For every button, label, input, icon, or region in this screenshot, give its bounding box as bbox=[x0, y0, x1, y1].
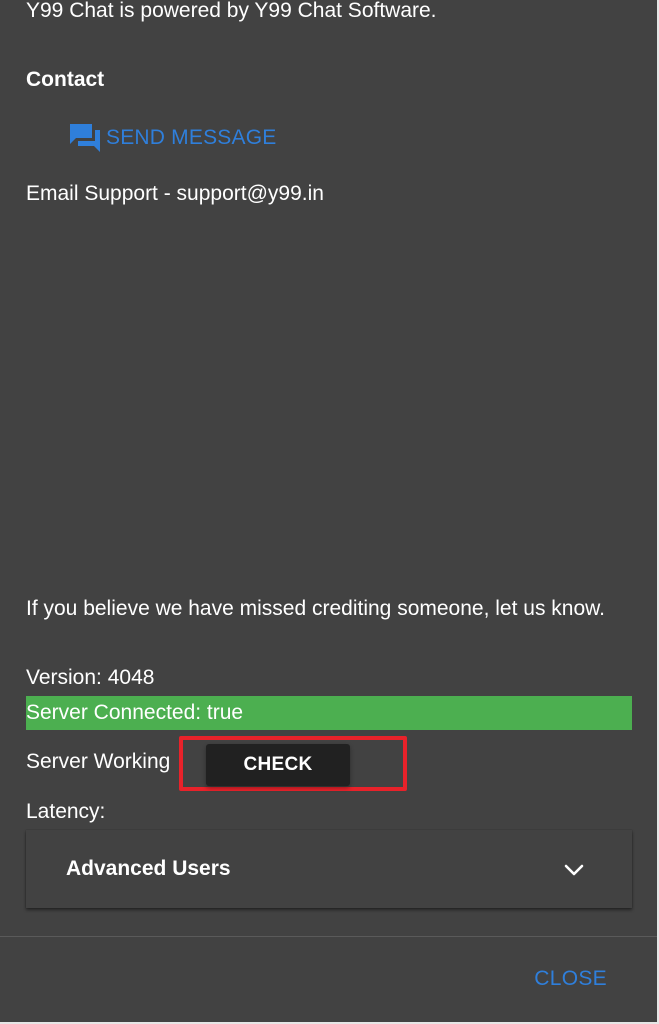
check-button[interactable]: CHECK bbox=[206, 744, 350, 786]
contact-heading: Contact bbox=[26, 68, 105, 91]
advanced-users-title: Advanced Users bbox=[66, 857, 231, 880]
server-connected-status: Server Connected: true bbox=[26, 696, 632, 730]
advanced-users-accordion[interactable]: Advanced Users bbox=[26, 830, 632, 908]
close-button[interactable]: CLOSE bbox=[534, 962, 607, 996]
send-message-label: SEND MESSAGE bbox=[106, 126, 277, 149]
send-message-button[interactable]: SEND MESSAGE bbox=[68, 120, 276, 156]
email-support-text: Email Support - support@y99.in bbox=[26, 182, 324, 205]
about-dialog: Y99 Chat is powered by Y99 Chat Software… bbox=[0, 0, 659, 1024]
chevron-down-icon bbox=[562, 858, 586, 882]
credit-note: If you believe we have missed crediting … bbox=[26, 597, 605, 620]
server-working-label: Server Working bbox=[26, 750, 171, 773]
version-text: Version: 4048 bbox=[26, 666, 155, 689]
powered-by-text: Y99 Chat is powered by Y99 Chat Software… bbox=[26, 0, 437, 22]
chat-bubble-icon bbox=[68, 122, 102, 154]
actions-divider bbox=[0, 936, 657, 937]
latency-label: Latency: bbox=[26, 800, 106, 823]
